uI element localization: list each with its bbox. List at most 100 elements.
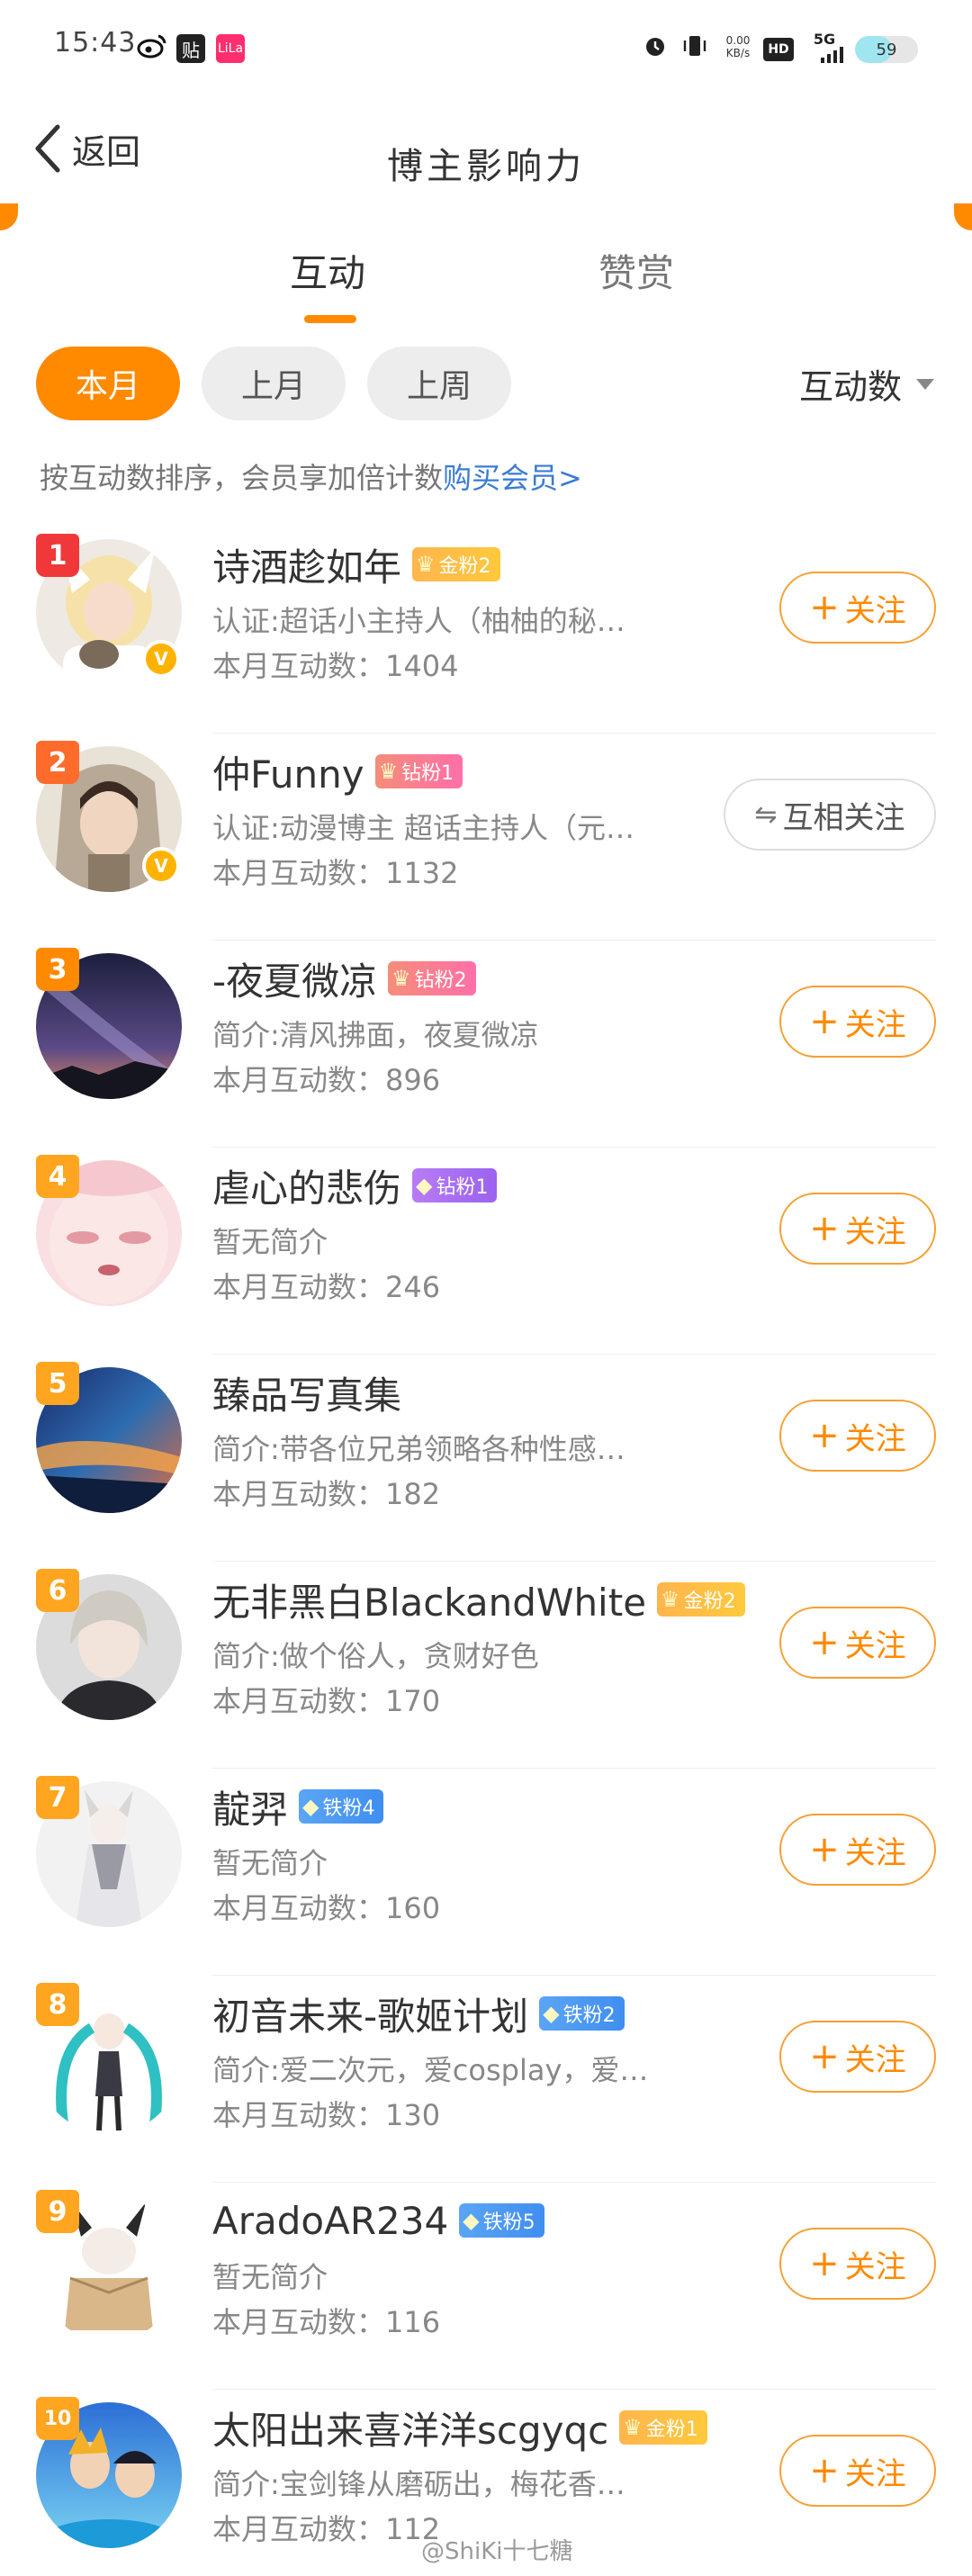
follow-button[interactable]: + 关注 (779, 986, 936, 1058)
buy-membership-link[interactable]: 购买会员> (443, 461, 582, 495)
filter-this-month[interactable]: 本月 (36, 347, 180, 420)
status-bar: 15:43 贴 LiLa 0.00 KB/s HD 5G 59 (0, 0, 972, 99)
watermark: @ShiKi十七糖 (421, 2538, 573, 2565)
tab-active-indicator (304, 315, 356, 323)
caret-down-icon (916, 378, 934, 390)
app-root: 15:43 贴 LiLa 0.00 KB/s HD 5G 59 返回 博主影响力… (0, 0, 972, 2576)
notification-app-icon: LiLa (216, 34, 245, 63)
user-description: 简介:爱二次元，爱cosplay，爱… (212, 2053, 649, 2087)
fan-level-label: 铁粉5 (482, 2211, 536, 2234)
fan-level-badge: ♛ 金粉2 (412, 547, 500, 581)
user-name[interactable]: AradoAR234 (212, 2199, 448, 2243)
crown-icon: ♛ (392, 966, 411, 991)
tab-bar: 互动 赞赏 (0, 225, 972, 324)
user-description: 认证:动漫博主 超话主持人（元… (212, 811, 634, 845)
filter-last-month[interactable]: 上月 (202, 347, 346, 420)
follow-button[interactable]: + 关注 (779, 1193, 936, 1265)
vibrate-icon (680, 31, 709, 61)
fan-level-label: 钻粉1 (401, 762, 454, 785)
alarm-icon (641, 31, 670, 61)
plus-icon: + (809, 1001, 840, 1042)
user-row[interactable]: 3 -夜夏微凉 ♛ 钻粉2 简介:清风拂面，夜夏微凉 本月互动数：896 + 关注 (0, 941, 972, 1148)
user-row[interactable]: 7 靛羿 ◆ 铁粉4 暂无简介 本月互动数：160 + 关注 (0, 1769, 972, 1976)
plus-icon: + (809, 1208, 840, 1249)
fan-level-label: 铁粉2 (562, 2004, 616, 2027)
user-row[interactable]: 2 V 仲Funny ♛ 钻粉1 认证:动漫博主 超话主持人（元… 本月互动数：1132 ⇋ 互… (0, 734, 972, 941)
follow-button[interactable]: + 关注 (779, 1607, 936, 1679)
verified-icon: V (142, 640, 180, 678)
follow-label: 关注 (844, 2041, 906, 2078)
rank-badge: 4 (36, 1155, 79, 1198)
user-name[interactable]: -夜夏微凉 (212, 951, 377, 1006)
plus-icon: + (809, 587, 840, 628)
follow-button[interactable]: + 关注 (779, 1400, 936, 1472)
follow-label: 关注 (844, 1627, 906, 1664)
follow-button[interactable]: + 关注 (779, 2228, 936, 2300)
follow-button[interactable]: + 关注 (779, 2021, 936, 2093)
diamond-icon: ◆ (416, 1173, 433, 1198)
follow-label: 互相关注 (782, 799, 905, 836)
plus-icon: + (809, 2450, 840, 2491)
fan-level-badge: ♛ 金粉2 (657, 1582, 745, 1617)
fan-level-badge: ♛ 钻粉1 (374, 754, 464, 788)
user-row[interactable]: 9 AradoAR234 ◆ 铁粉5 暂无简介 本月互动数：116 + 关注 (0, 2183, 972, 2390)
battery-percent: 59 (876, 40, 897, 59)
user-description: 简介:带各位兄弟领略各种性感… (212, 1432, 626, 1466)
period-filters: 本月 上月 上周 互动数 (0, 347, 972, 420)
fan-level-label: 金粉2 (683, 1590, 736, 1613)
verified-icon: V (142, 847, 180, 885)
battery-icon: 59 (855, 36, 918, 63)
rank-badge: 2 (36, 741, 79, 784)
mutual-follow-button[interactable]: ⇋ 互相关注 (724, 779, 936, 851)
user-name[interactable]: 靛羿 (212, 1779, 288, 1834)
status-time: 15:43 (54, 27, 137, 59)
user-name-line: 无非黑白BlackandWhite ♛ 金粉2 (212, 1574, 745, 1625)
user-row[interactable]: 8 初音未来-歌姬计划 ◆ 铁粉2 简介:爱二次元，爱cosplay，爱… 本月互动数：1… (0, 1976, 972, 2183)
follow-button[interactable]: + 关注 (779, 2435, 936, 2507)
fan-level-badge: ◆ 铁粉2 (539, 1996, 625, 2031)
user-row[interactable]: 5 臻品写真集 简介:带各位兄弟领略各种性感… 本月互动数：182 + 关注 (0, 1355, 972, 1562)
interaction-count: 本月互动数：1132 (212, 856, 459, 890)
nav-bar: 返回 博主影响力 (0, 99, 972, 198)
user-name[interactable]: 初音未来-歌姬计划 (212, 1986, 528, 2041)
tab-interaction[interactable]: 互动 (290, 243, 365, 298)
plus-icon: + (809, 1829, 840, 1870)
user-name-line: 诗酒趁如年 ♛ 金粉2 (212, 539, 500, 590)
user-name[interactable]: 仲Funny (212, 744, 364, 799)
follow-label: 关注 (844, 1006, 906, 1043)
user-name[interactable]: 太阳出来喜洋洋scgyqc (212, 2400, 608, 2455)
user-name-line: 仲Funny ♛ 钻粉1 (212, 744, 464, 799)
sort-dropdown[interactable]: 互动数 (799, 359, 934, 409)
user-name[interactable]: 无非黑白BlackandWhite (212, 1572, 646, 1627)
user-name[interactable]: 虐心的悲伤 (212, 1158, 401, 1213)
crown-icon: ♛ (416, 552, 436, 577)
filter-last-week[interactable]: 上周 (367, 347, 511, 420)
hint-text: 按互动数排序，会员享加倍计数 (40, 461, 444, 495)
user-name[interactable]: 臻品写真集 (212, 1365, 401, 1420)
rank-badge: 9 (36, 2190, 79, 2233)
fan-level-badge: ♛ 金粉1 (619, 2410, 707, 2445)
user-row[interactable]: 4 虐心的悲伤 ◆ 钻粉1 暂无简介 本月互动数：246 + 关注 (0, 1148, 972, 1355)
user-row[interactable]: 6 无非黑白BlackandWhite ♛ 金粉2 简介:做个俗人，贪财好色 本月互动数：… (0, 1562, 972, 1769)
user-name-line: 臻品写真集 (212, 1367, 401, 1418)
user-row[interactable]: 1 V 诗酒趁如年 ♛ 金粉2 认证:超话小主持人（柚柚的秘… 本月互动数：1404 + 关注 (0, 527, 972, 734)
follow-button[interactable]: + 关注 (779, 572, 936, 644)
user-name[interactable]: 诗酒趁如年 (212, 537, 401, 592)
user-name-line: 初音未来-歌姬计划 ◆ 铁粉2 (212, 1988, 625, 2039)
network-speed-unit: KB/s (725, 47, 751, 59)
page-title: 博主影响力 (387, 146, 585, 187)
user-description: 简介:做个俗人，贪财好色 (212, 1639, 539, 1673)
user-description: 暂无简介 (212, 2260, 328, 2294)
fan-level-badge: ◆ 铁粉4 (299, 1789, 384, 1824)
ranking-hint: 按互动数排序，会员享加倍计数购买会员> (40, 455, 582, 497)
user-name-line: -夜夏微凉 ♛ 钻粉2 (212, 953, 476, 1004)
user-description: 认证:超话小主持人（柚柚的秘… (212, 604, 626, 638)
follow-label: 关注 (844, 1834, 906, 1871)
plus-icon: + (809, 2243, 840, 2284)
plus-icon: + (809, 2036, 840, 2077)
tab-reward[interactable]: 赞赏 (598, 243, 674, 298)
interaction-count: 本月互动数：896 (212, 1063, 441, 1097)
rank-badge: 3 (36, 948, 79, 991)
follow-button[interactable]: + 关注 (779, 1814, 936, 1886)
fan-level-label: 金粉1 (645, 2418, 698, 2441)
